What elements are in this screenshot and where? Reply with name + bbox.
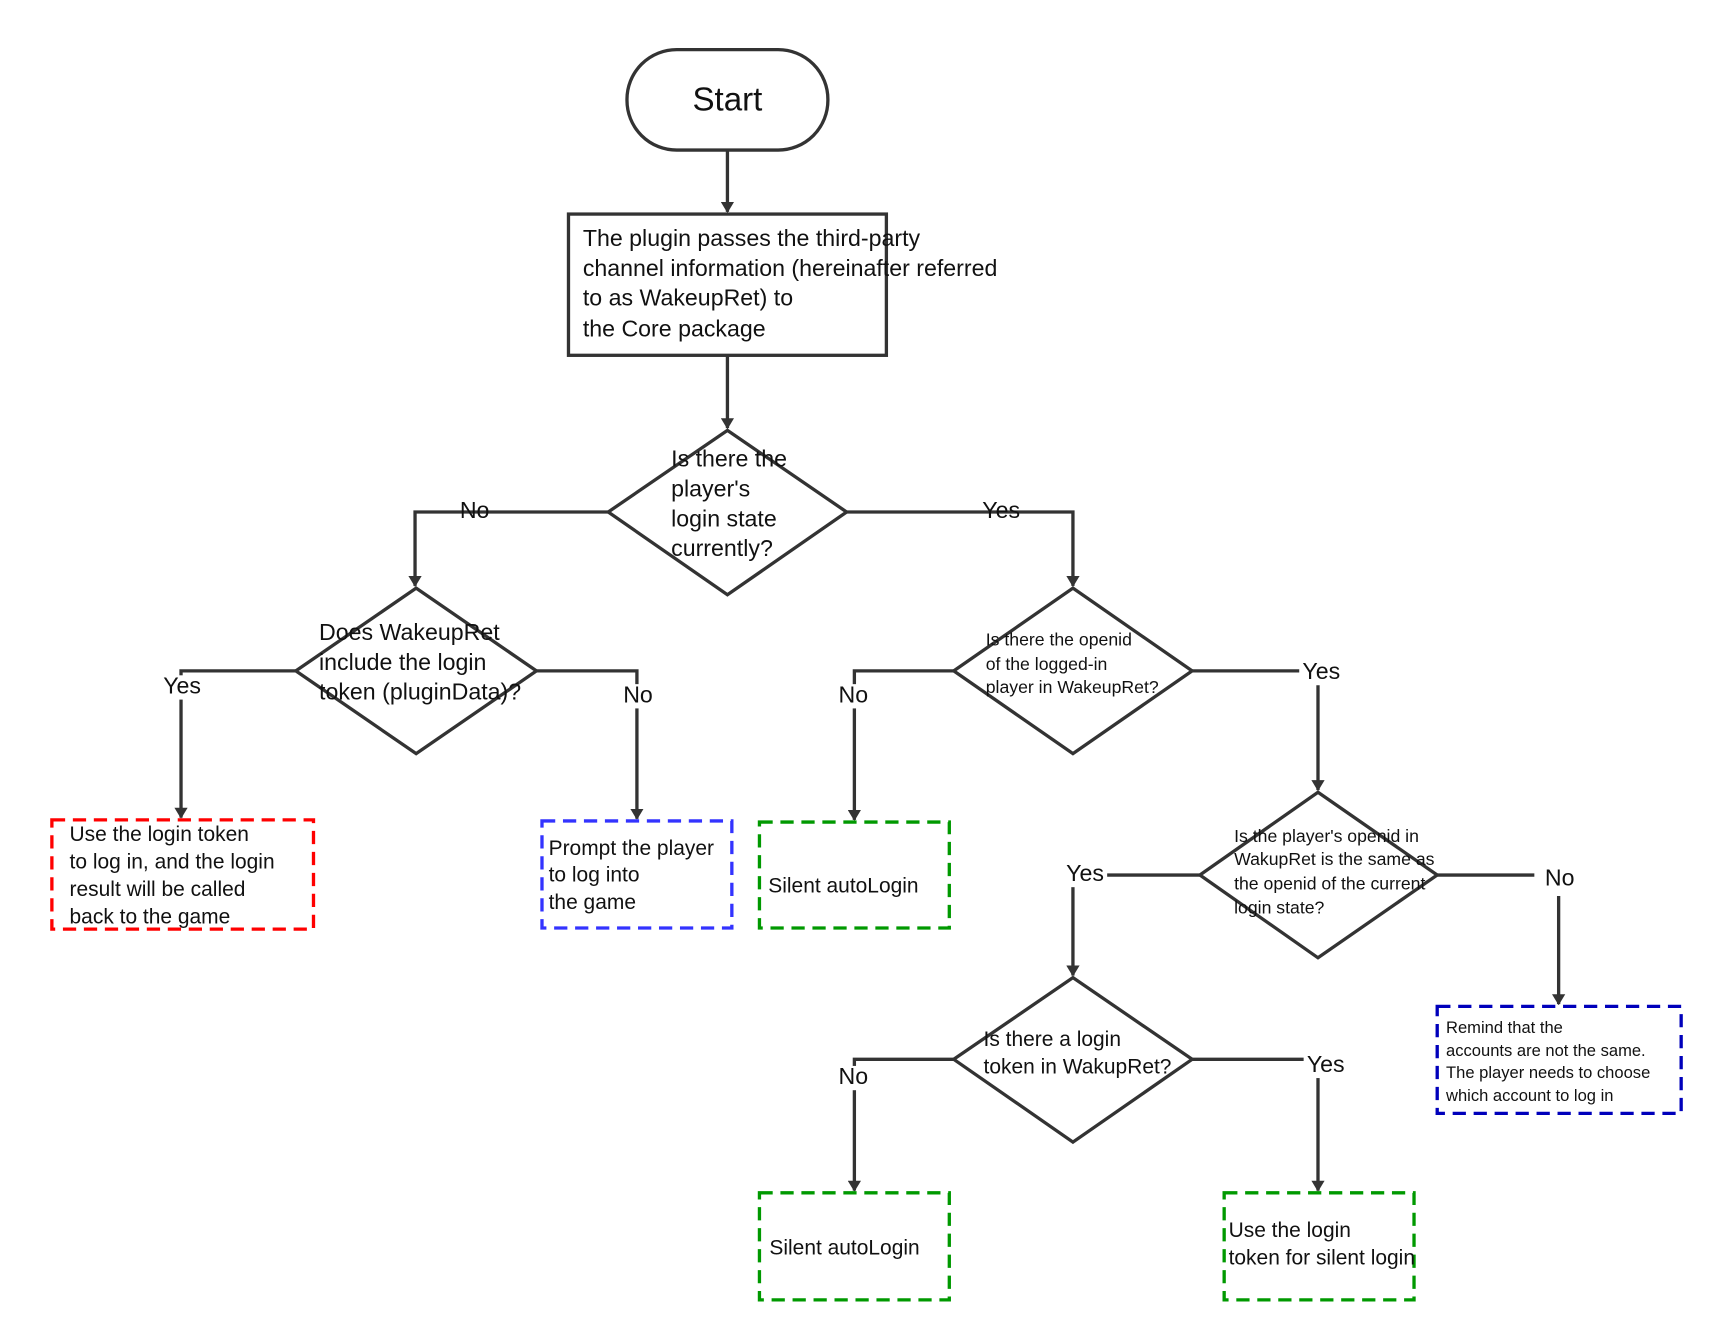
node-text: Remind that the xyxy=(1446,1018,1563,1037)
node-text: Silent autoLogin xyxy=(768,875,918,898)
node-text: back to the game xyxy=(70,906,231,929)
edge-login-state-no xyxy=(408,510,609,588)
edge-label-no: No xyxy=(838,681,868,707)
edge-label-no: No xyxy=(623,681,653,707)
node-text: WakupRet is the same as xyxy=(1234,849,1435,869)
node-text: to log into xyxy=(549,864,640,887)
start-terminal: Start xyxy=(625,48,830,152)
node-text: Is the player's openid in xyxy=(1234,826,1419,846)
node-text: of the logged-in xyxy=(986,654,1108,674)
node-text: token (pluginData)? xyxy=(319,679,521,705)
node-text: channel information (hereinafter referre… xyxy=(583,255,998,281)
action-remind-accounts: Remind that the accounts are not the sam… xyxy=(1435,1004,1683,1116)
node-text: player in WakeupRet? xyxy=(986,677,1159,697)
node-text: The plugin passes the third-party xyxy=(583,225,921,251)
edge-openid-exists-yes xyxy=(1192,669,1325,792)
process-pass-info: The plugin passes the third-party channe… xyxy=(566,212,998,357)
node-text: to as WakeupRet) to xyxy=(583,285,793,311)
decision-token-in-ret: Is there a login token in WakupRet? xyxy=(950,975,1196,1145)
decision-login-state: Is there the player's login state curren… xyxy=(605,428,850,597)
login-flowchart: No Yes Yes No No Yes Yes No No Yes Start… xyxy=(50,48,1683,1302)
node-text: Use the login token xyxy=(70,823,249,846)
node-text: Is there a login xyxy=(984,1028,1121,1051)
node-text: currently? xyxy=(671,535,773,561)
node-text: The player needs to choose xyxy=(1446,1063,1650,1082)
edge-login-state-yes xyxy=(846,510,1080,588)
edge-token-in-ret-yes xyxy=(1192,1057,1318,1190)
edge-label-yes: Yes xyxy=(1307,1051,1345,1077)
edge-labels: No Yes Yes No No Yes Yes No No Yes xyxy=(160,497,1578,1091)
edge-label-no: No xyxy=(460,497,490,523)
action-use-token-login: Use the login token to log in, and the l… xyxy=(50,818,316,931)
action-silent-autologin-1: Silent autoLogin xyxy=(757,820,951,930)
decision-openid-exists: Is there the openid of the logged-in pla… xyxy=(950,586,1196,756)
node-text: Use the login xyxy=(1229,1219,1351,1242)
node-text: which account to log in xyxy=(1445,1086,1613,1105)
decision-include-token: Does WakeupRet include the login token (… xyxy=(292,586,540,756)
action-prompt-login: Prompt the player to log into the game xyxy=(540,819,734,930)
action-silent-token-login: Use the login token for silent login xyxy=(1222,1191,1416,1302)
node-text: Does WakeupRet xyxy=(319,619,500,645)
node-text: Prompt the player xyxy=(549,837,714,860)
node-text: accounts are not the same. xyxy=(1446,1041,1646,1060)
edge-label-no: No xyxy=(838,1063,868,1089)
node-text: Silent autoLogin xyxy=(769,1237,919,1260)
action-silent-autologin-2: Silent autoLogin xyxy=(757,1191,951,1302)
node-text: the Core package xyxy=(583,316,766,342)
edge-label-yes: Yes xyxy=(1302,658,1340,684)
node-text: token for silent login xyxy=(1229,1247,1415,1270)
node-text: Is there the xyxy=(671,446,787,472)
node-text: include the login xyxy=(319,649,486,675)
node-text: token in WakupRet? xyxy=(984,1056,1172,1079)
edge-label-yes: Yes xyxy=(163,673,201,699)
node-text: Start xyxy=(692,81,762,118)
edge-label-yes: Yes xyxy=(1066,860,1104,886)
edge-openid-same-yes xyxy=(1066,873,1200,977)
node-text: player's xyxy=(671,476,750,502)
node-text: to log in, and the login xyxy=(70,850,275,873)
node-text: login state xyxy=(671,505,777,531)
node-text: result will be called xyxy=(70,878,246,901)
node-text: Is there the openid xyxy=(986,630,1132,650)
node-text: login state? xyxy=(1234,898,1324,918)
decision-openid-same: Is the player's openid in WakupRet is th… xyxy=(1196,790,1441,960)
edge-label-yes: Yes xyxy=(982,497,1020,523)
edge-openid-same-no xyxy=(1437,873,1558,1004)
node-text: the game xyxy=(549,891,636,914)
node-text: the openid of the current xyxy=(1234,873,1425,893)
edge-label-no: No xyxy=(1545,865,1575,891)
